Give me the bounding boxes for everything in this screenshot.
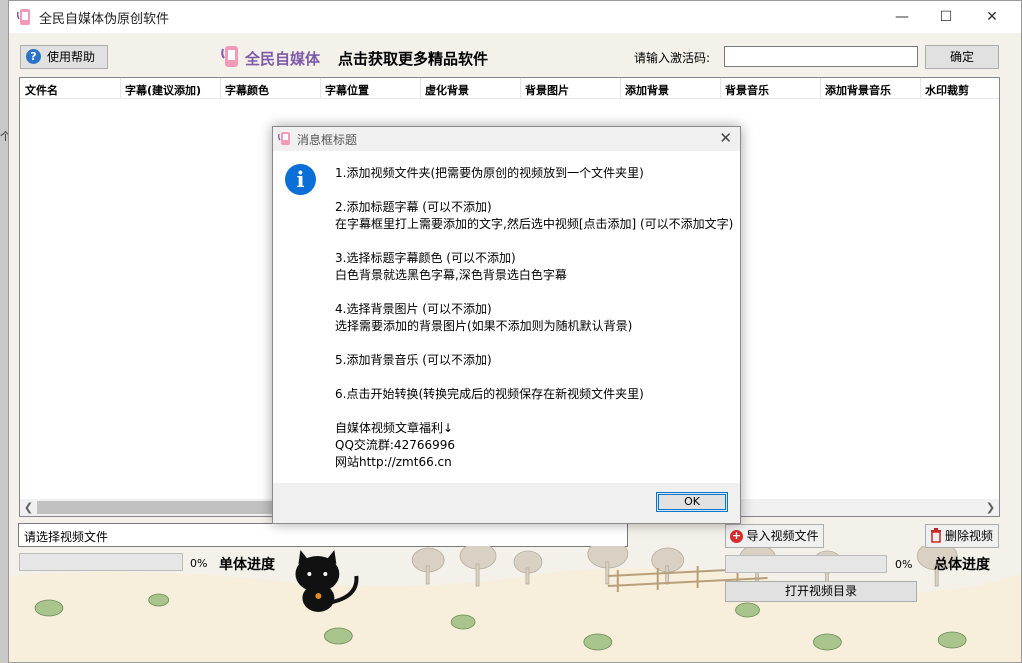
- title-bar: 全民自媒体伪原创软件 — ☐ ✕: [9, 1, 1021, 33]
- column-header[interactable]: 添加背景音乐: [825, 82, 891, 98]
- import-video-label: 导入视频文件: [746, 529, 819, 543]
- column-header[interactable]: 虚化背景: [425, 82, 469, 98]
- activation-label: 请输入激活码:: [634, 51, 711, 65]
- total-progress-bar: [725, 555, 887, 573]
- promo-link[interactable]: 点击获取更多精品软件: [338, 48, 488, 69]
- total-progress-label: 总体进度: [934, 557, 990, 573]
- help-button[interactable]: ? 使用帮助: [20, 45, 108, 69]
- dialog-logo-icon: [278, 132, 290, 145]
- column-header[interactable]: 字幕位置: [325, 82, 369, 98]
- column-header[interactable]: 添加背景: [625, 82, 669, 98]
- import-video-button[interactable]: + 导入视频文件: [725, 524, 824, 548]
- scroll-right-icon[interactable]: ❯: [982, 500, 999, 515]
- maximize-button[interactable]: ☐: [923, 1, 969, 33]
- total-progress-percent: 0%: [895, 558, 913, 571]
- column-header[interactable]: 字幕颜色: [225, 82, 269, 98]
- open-video-directory-button[interactable]: 打开视频目录: [725, 581, 917, 602]
- column-header[interactable]: 字幕(建议添加): [125, 82, 201, 98]
- dialog-message: 1.添加视频文件夹(把需要伪原创的视频放到一个文件夹里) 2.添加标题字幕 (可…: [335, 165, 733, 471]
- message-line: 2.添加标题字幕 (可以不添加): [335, 200, 492, 214]
- file-path-input[interactable]: 请选择视频文件: [18, 523, 628, 547]
- scroll-left-icon[interactable]: ❮: [20, 500, 37, 515]
- dialog-ok-button[interactable]: OK: [656, 492, 728, 512]
- minimize-button[interactable]: —: [879, 1, 925, 33]
- message-line: 在字幕框里打上需要添加的文字,然后选中视频[点击添加] (可以不添加文字): [335, 217, 734, 231]
- trash-icon: [931, 528, 941, 543]
- message-line: 1.添加视频文件夹(把需要伪原创的视频放到一个文件夹里): [335, 166, 644, 180]
- dialog-close-icon[interactable]: ✕: [719, 129, 732, 147]
- activation-code-input[interactable]: [724, 46, 918, 67]
- message-line: 6.点击开始转换(转换完成后的视频保存在新视频文件夹里): [335, 387, 644, 401]
- add-icon: +: [730, 529, 743, 543]
- delete-video-button[interactable]: 删除视频: [925, 524, 999, 548]
- column-header[interactable]: 背景音乐: [725, 82, 769, 98]
- column-header[interactable]: 背景图片: [525, 82, 569, 98]
- message-line: 3.选择标题字幕颜色 (可以不添加): [335, 251, 516, 265]
- dialog-body: i 1.添加视频文件夹(把需要伪原创的视频放到一个文件夹里) 2.添加标题字幕 …: [273, 151, 740, 483]
- dialog-title: 消息框标题: [297, 133, 358, 147]
- message-line: 选择需要添加的背景图片(如果不添加则为随机默认背景): [335, 319, 633, 333]
- single-progress-percent: 0%: [190, 557, 208, 570]
- window-title: 全民自媒体伪原创软件: [39, 12, 170, 27]
- brand-name: 全民自媒体: [245, 50, 321, 68]
- brand-logo-icon: [221, 46, 238, 67]
- message-line: 网站http://zmt66.cn: [335, 455, 452, 469]
- column-header[interactable]: 文件名: [25, 82, 58, 98]
- app-logo-icon: [17, 9, 30, 25]
- message-line: 自媒体视频文章福利↓: [335, 421, 454, 435]
- scrollbar-thumb[interactable]: [37, 501, 277, 514]
- message-line: 4.选择背景图片 (可以不添加): [335, 302, 492, 316]
- background-window-fragment: 个: [0, 130, 11, 143]
- help-icon: ?: [26, 49, 41, 64]
- close-button[interactable]: ✕: [969, 1, 1015, 33]
- single-progress-bar: [19, 553, 183, 571]
- message-line: 白色背景就选黑色字幕,深色背景选白色字幕: [335, 268, 567, 282]
- table-header: 文件名 字幕(建议添加) 字幕颜色 字幕位置 虚化背景 背景图片 添加背景 背景…: [20, 78, 999, 99]
- confirm-button[interactable]: 确定: [925, 45, 999, 69]
- help-button-label: 使用帮助: [47, 50, 96, 64]
- message-dialog: 消息框标题 ✕ i 1.添加视频文件夹(把需要伪原创的视频放到一个文件夹里) 2…: [272, 126, 741, 524]
- info-icon: i: [285, 164, 316, 195]
- single-progress-label: 单体进度: [219, 557, 275, 573]
- column-header[interactable]: 水印裁剪: [925, 82, 969, 98]
- message-line: QQ交流群:42766996: [335, 438, 456, 452]
- message-line: 5.添加背景音乐 (可以不添加): [335, 353, 492, 367]
- delete-video-label: 删除视频: [944, 529, 993, 543]
